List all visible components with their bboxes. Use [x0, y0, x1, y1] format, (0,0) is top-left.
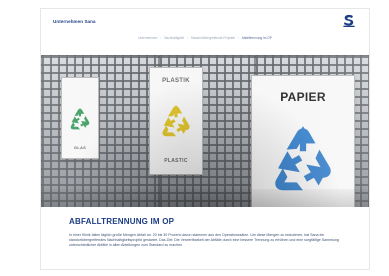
- recycle-icon: [162, 105, 190, 137]
- article-section: ABFALLTRENNUNG IM OP In einer Klinik fal…: [41, 207, 369, 269]
- recycle-icon: [275, 126, 331, 191]
- glass-sign-label: GLAS: [73, 145, 87, 150]
- breadcrumb-item-unternehmen[interactable]: Unternehmen: [138, 36, 157, 40]
- breadcrumb-item-projekte[interactable]: Standortübergreifende Projekte: [191, 36, 235, 40]
- browser-page: Unternehmen Sana Unternehmen / Nachhalti…: [40, 8, 370, 270]
- recycle-icon: [70, 108, 90, 130]
- breadcrumb-separator: /: [160, 36, 162, 40]
- breadcrumb-current-page: Abfalltrennung im OP: [241, 36, 272, 40]
- hero-image: GLAS PLASTIK PLASTIC PAPIER: [41, 55, 369, 207]
- paper-sign-label: PAPIER: [280, 90, 326, 104]
- article-body: In einer Klinik fallen täglich große Men…: [69, 233, 339, 247]
- left-waste-cage: [41, 55, 159, 207]
- breadcrumb-item-nachhaltigkeit[interactable]: Nachhaltigkeit: [164, 36, 184, 40]
- site-header: Unternehmen Sana: [41, 9, 369, 33]
- glass-sign: GLAS: [61, 77, 99, 159]
- plastic-sign-top-label: PLASTIK: [162, 78, 190, 84]
- paper-sign: PAPIER: [251, 75, 355, 207]
- hero-floor-shadow: [41, 189, 369, 207]
- breadcrumb-separator: /: [238, 36, 239, 40]
- sana-logo-icon[interactable]: [341, 13, 357, 29]
- plastic-sign: PLASTIK PLASTIC: [149, 67, 203, 175]
- breadcrumb: Unternehmen / Nachhaltigkeit / Standortü…: [41, 36, 369, 40]
- plastic-sign-bottom-label: PLASTIC: [164, 158, 188, 164]
- breadcrumb-separator: /: [187, 36, 188, 40]
- brand-name[interactable]: Unternehmen Sana: [53, 19, 96, 24]
- page-title: ABFALLTRENNUNG IM OP: [69, 217, 175, 226]
